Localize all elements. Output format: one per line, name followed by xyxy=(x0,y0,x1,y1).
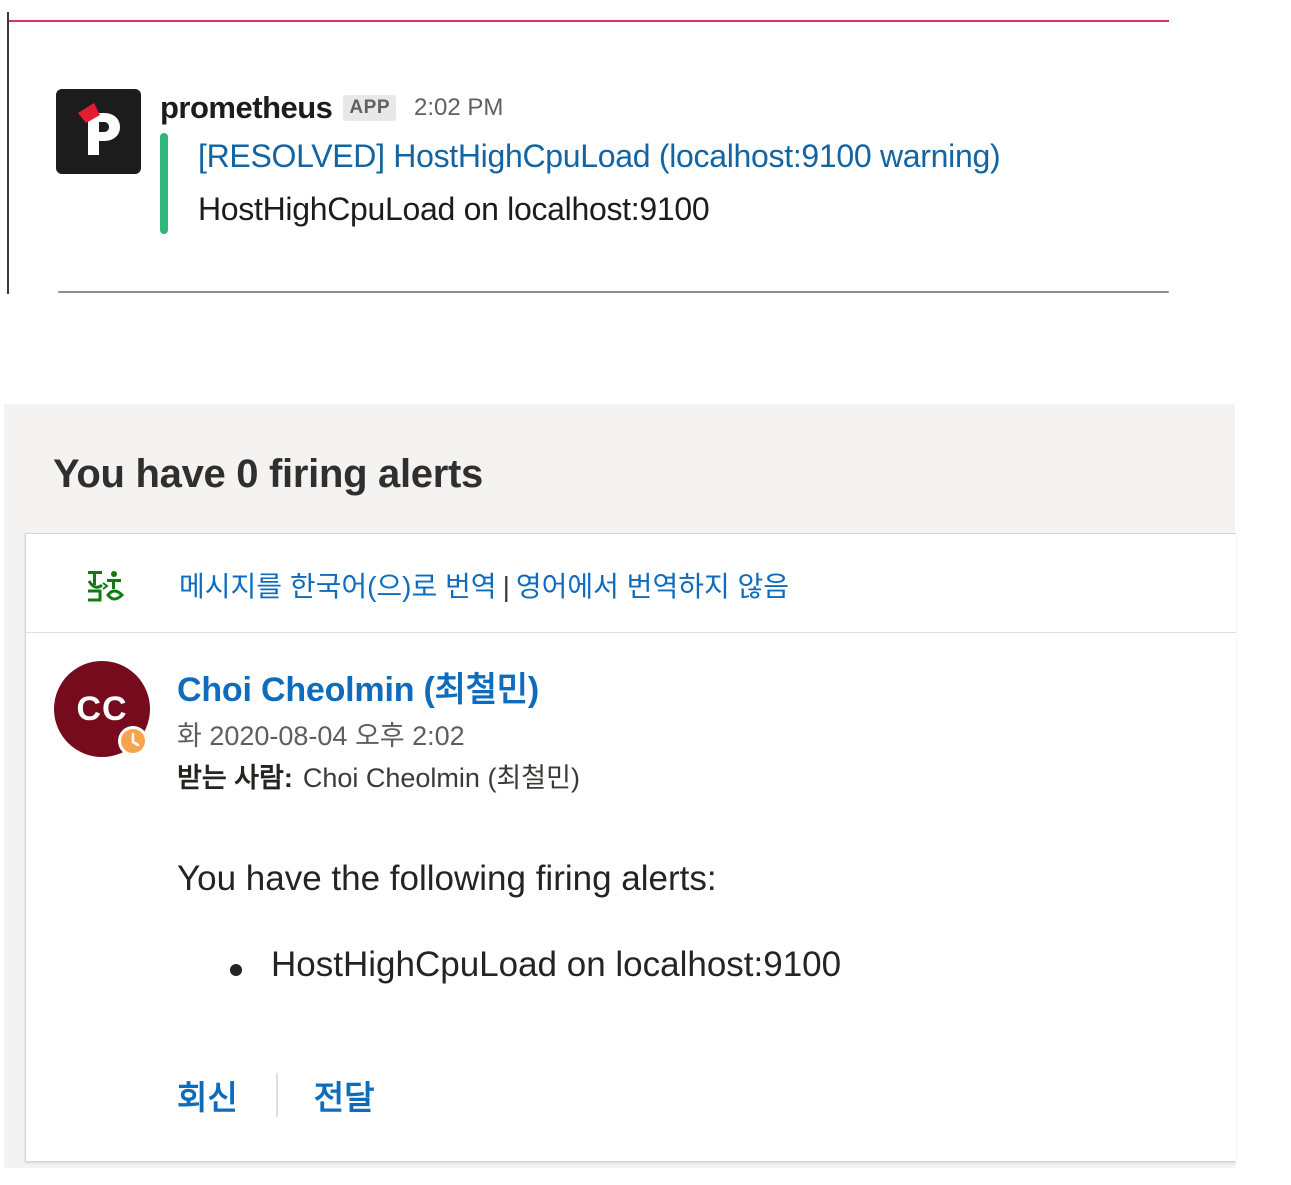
email-reading-pane: You have 0 firing alerts 메시지를 한국어(으)로 번역… xyxy=(4,404,1236,1168)
message-actions: 회신 전달 xyxy=(177,1072,374,1118)
action-divider xyxy=(275,1073,278,1117)
translation-separator: | xyxy=(502,571,510,602)
attachment-color-bar xyxy=(160,133,168,234)
alert-list-item: HostHighCpuLoad on localhost:9100 xyxy=(226,945,841,985)
translation-options: 메시지를 한국어(으)로 번역 | 영어에서 번역하지 않음 xyxy=(179,565,789,605)
panel-left-border xyxy=(7,12,9,294)
slack-message-header: prometheus APP 2:02 PM xyxy=(160,88,503,128)
never-translate-link[interactable]: 영어에서 번역하지 않음 xyxy=(516,571,789,602)
sender-name-link[interactable]: Choi Cheolmin (최철민) xyxy=(177,662,539,711)
message-divider xyxy=(58,291,1169,293)
alert-list: HostHighCpuLoad on localhost:9100 xyxy=(226,945,841,985)
alert-description: HostHighCpuLoad on localhost:9100 xyxy=(198,191,710,227)
prometheus-app-avatar[interactable] xyxy=(56,89,141,174)
sender-initials: CC xyxy=(76,689,128,728)
recipient-name[interactable]: Choi Cheolmin (최철민) xyxy=(303,763,580,793)
email-body-intro: You have the following firing alerts: xyxy=(177,859,717,898)
unread-divider xyxy=(9,20,1169,22)
screenshot-stage: prometheus APP 2:02 PM [RESOLVED] HostHi… xyxy=(0,0,1291,1185)
away-clock-icon xyxy=(121,729,145,753)
bullet-icon xyxy=(230,964,242,976)
translate-message-link[interactable]: 메시지를 한국어(으)로 번역 xyxy=(179,571,497,602)
recipients-line: 받는 사람: Choi Cheolmin (최철민) xyxy=(177,756,580,795)
prometheus-logo-icon xyxy=(78,103,120,155)
slack-message-panel: prometheus APP 2:02 PM [RESOLVED] HostHi… xyxy=(0,0,1180,300)
translation-bar: 메시지를 한국어(으)로 번역 | 영어에서 번역하지 않음 xyxy=(26,534,1236,633)
presence-badge xyxy=(118,726,148,756)
forward-button[interactable]: 전달 xyxy=(314,1071,375,1119)
sender-name[interactable]: prometheus xyxy=(160,90,333,126)
email-subject: You have 0 firing alerts xyxy=(53,452,483,496)
message-timestamp[interactable]: 2:02 PM xyxy=(414,94,503,122)
sent-date: 화 2020-08-04 오후 2:02 xyxy=(177,721,465,751)
to-label: 받는 사람: xyxy=(177,763,293,793)
translate-icon xyxy=(87,571,125,602)
email-message-card: 메시지를 한국어(으)로 번역 | 영어에서 번역하지 않음 CC Choi Che… xyxy=(25,533,1236,1162)
app-badge: APP xyxy=(343,95,396,121)
alert-title-link[interactable]: [RESOLVED] HostHighCpuLoad (localhost:91… xyxy=(198,138,1001,175)
reply-button[interactable]: 회신 xyxy=(177,1071,238,1119)
alert-item-text: HostHighCpuLoad on localhost:9100 xyxy=(271,945,842,984)
